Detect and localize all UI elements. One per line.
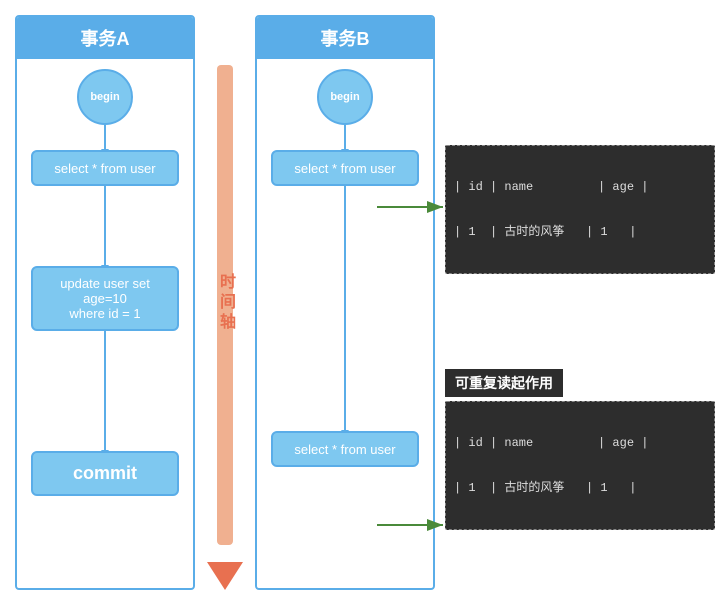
result-table-2-wrapper: 可重复读起作用 | id | name | age | | 1 | 古时的风筝 … [435,369,715,530]
result-table-1: | id | name | age | | 1 | 古时的风筝 | 1 | [445,145,715,274]
time-axis-arrowhead [207,562,243,590]
right-area: | id | name | age | | 1 | 古时的风筝 | 1 | 可重… [435,15,715,590]
transaction-a: 事务A begin select * from user update us [15,15,195,590]
connector3 [104,331,106,451]
tx-a-title: 事务A [81,29,130,49]
tx-a-flow: begin select * from user update user set… [17,69,193,496]
tx-a-commit: commit [31,451,179,496]
table2-row: | 1 | 古时的风筝 | 1 | [454,478,706,495]
tx-b-flow: begin select * from user select * from u… [257,69,433,467]
outer-wrapper: 事务A begin select * from user update us [15,15,715,590]
tx-b-title: 事务B [321,29,370,49]
result-table-2: | id | name | age | | 1 | 古时的风筝 | 1 | [445,401,715,530]
tx-b-sql2: select * from user [271,431,419,467]
time-axis-label: 时间轴 [213,273,237,333]
main-container: 事务A begin select * from user update us [0,0,720,606]
connector5 [344,186,346,431]
connector1 [104,125,106,150]
tx-a-body: begin select * from user update user set… [17,59,193,568]
table1-header: | id | name | age | [454,180,706,194]
repeatable-read-label: 可重复读起作用 [445,369,563,397]
connector2 [104,186,106,266]
time-axis: 时间轴 [195,15,255,590]
tx-b-begin: begin [317,69,373,125]
tx-a-header: 事务A [17,17,193,59]
result-table-2-container: | id | name | age | | 1 | 古时的风筝 | 1 | [435,401,715,530]
table2-header: | id | name | age | [454,436,706,450]
tx-a-begin: begin [77,69,133,125]
transaction-b: 事务B begin select * from user select * [255,15,435,590]
tx-b-body: begin select * from user select * from u… [257,59,433,568]
tx-a-update: update user set age=10 where id = 1 [31,266,179,331]
tx-b-sql1: select * from user [271,150,419,186]
connector4 [344,125,346,150]
tx-a-sql1: select * from user [31,150,179,186]
tx-b-header: 事务B [257,17,433,59]
result-table-1-container: | id | name | age | | 1 | 古时的风筝 | 1 | [435,145,715,274]
table1-row: | 1 | 古时的风筝 | 1 | [454,222,706,239]
transactions-row: 事务A begin select * from user update us [15,15,715,590]
